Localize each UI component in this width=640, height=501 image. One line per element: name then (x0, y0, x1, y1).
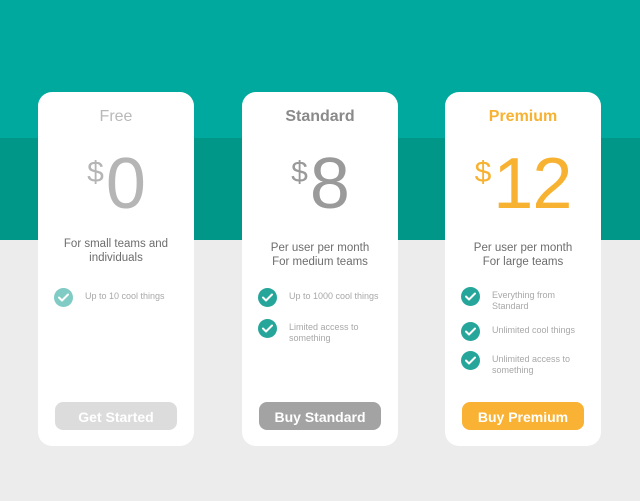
feature-item: Up to 1000 cool things (258, 288, 388, 307)
plan-description-line: For medium teams (272, 256, 368, 268)
plan-description: Per user per month For large teams (453, 241, 593, 269)
feature-text: Everything from Standard (492, 290, 556, 311)
feature-text: Up to 10 cool things (85, 291, 165, 301)
currency-symbol: $ (474, 156, 492, 189)
check-circle-icon (258, 288, 277, 307)
check-circle-icon (258, 319, 277, 338)
buy-premium-button[interactable]: Buy Premium (462, 402, 584, 430)
feature-item: Unlimited access to something (461, 351, 591, 376)
check-circle-icon (54, 288, 73, 307)
currency-symbol: $ (291, 156, 308, 189)
check-circle-icon (461, 287, 480, 306)
pricing-card-premium: Premium $12 Per user per month For large… (445, 92, 601, 446)
check-circle-icon (461, 322, 480, 341)
buy-standard-button[interactable]: Buy Standard (259, 402, 381, 430)
pricing-card-standard: Standard $8 Per user per month For mediu… (242, 92, 398, 446)
feature-list: Up to 1000 cool things Limited access to… (258, 288, 388, 356)
feature-item: Limited access to something (258, 319, 388, 344)
plan-description-line: individuals (89, 252, 143, 264)
feature-list: Up to 10 cool things (54, 288, 184, 319)
plan-description-line: For small teams and (63, 238, 169, 250)
price: $0 (38, 144, 194, 224)
feature-item: Up to 10 cool things (54, 288, 184, 307)
feature-item: Unlimited cool things (461, 322, 591, 341)
feature-text: Unlimited cool things (492, 325, 576, 335)
price: $12 (445, 144, 601, 224)
plan-name: Free (99, 108, 133, 125)
plan-description-line: Per user per month (270, 242, 370, 254)
feature-text: Limited access to something (289, 322, 359, 343)
currency-symbol: $ (87, 156, 104, 189)
plan-description-line: Per user per month (473, 242, 573, 254)
plan-description-line: For large teams (482, 256, 564, 268)
price-amount: 0 (105, 144, 146, 224)
feature-text: Up to 1000 cool things (289, 291, 379, 301)
plan-name: Standard (285, 108, 355, 125)
pricing-card-free: Free $0 For small teams and individuals … (38, 92, 194, 446)
feature-item: Everything from Standard (461, 287, 591, 312)
check-circle-icon (461, 351, 480, 370)
price: $8 (242, 144, 398, 224)
get-started-button[interactable]: Get Started (55, 402, 177, 430)
feature-text: Unlimited access to something (492, 354, 571, 375)
plan-description: Per user per month For medium teams (250, 241, 390, 269)
plan-description: For small teams and individuals (46, 237, 186, 265)
price-amount: 8 (309, 144, 350, 224)
plan-name: Premium (488, 108, 558, 125)
price-amount: 12 (493, 144, 572, 224)
feature-list: Everything from Standard Unlimited cool … (461, 287, 591, 386)
